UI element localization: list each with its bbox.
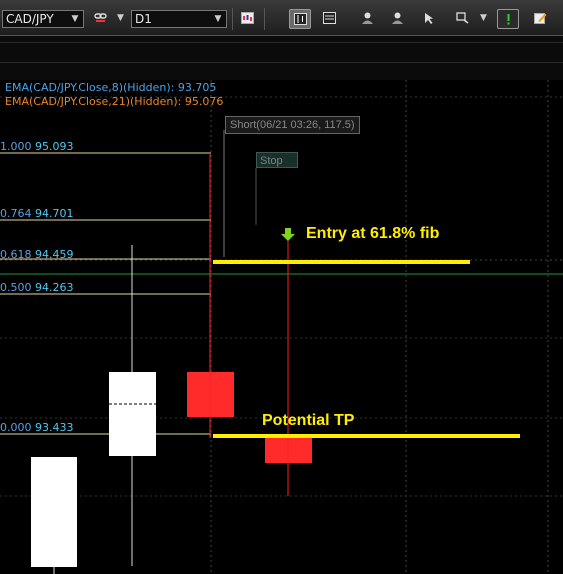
fib-label-500: 0.500 94.263 [0,281,74,294]
ohlc-bars-icon [294,13,307,25]
indicator-button[interactable] [497,9,519,29]
fib-ratio: 0.618 [0,248,32,261]
zoom-icon [456,12,469,24]
fib-price: 94.459 [35,248,74,261]
person-icon [392,12,403,24]
bull-candle[interactable] [31,457,77,567]
fib-price: 95.093 [35,140,74,153]
chevron-down-icon: ▼ [214,14,222,24]
timeframe-value: D1 [135,12,152,26]
entry-annotation: Entry at 61.8% fib [306,225,440,242]
fib-ratio: 0.500 [0,281,32,294]
zoom-tool-button[interactable] [452,9,474,29]
cursor-arrow-icon [425,13,433,24]
fib-price: 93.433 [35,421,74,434]
cursor-tool-button[interactable] [418,9,440,29]
chart-type-button[interactable] [237,9,259,29]
link-icon [94,13,107,22]
remove-trader-button[interactable] [387,9,409,29]
ema-21-label: EMA(CAD/JPY.Close,21)(Hidden): 95.076 [5,95,224,108]
header-divider [0,42,563,43]
data-window-button[interactable] [319,9,341,29]
toolbar-divider [232,8,233,30]
candlestick-chart-icon [241,12,254,24]
link-chart-button[interactable] [90,9,112,29]
zoom-dropdown-chevron-icon[interactable]: ▼ [480,13,487,23]
fib-label-100: 1.000 95.093 [0,140,74,153]
link-dropdown-chevron-icon[interactable]: ▼ [117,13,124,23]
exclamation-icon [507,14,510,25]
toolbar-divider [264,8,265,30]
symbol-dropdown[interactable]: CAD/JPY ▼ [2,10,84,28]
person-icon [362,12,373,24]
chevron-down-icon: ▼ [71,14,79,24]
fib-label-764: 0.764 94.701 [0,207,74,220]
chart-toolbar: CAD/JPY ▼ ▼ D1 ▼ ▼ [0,0,563,36]
fib-ratio: 0.764 [0,207,32,220]
bar-chart-mode-button[interactable] [289,9,311,29]
symbol-value: CAD/JPY [6,12,54,26]
entry-arrow-icon [281,228,295,241]
properties-button[interactable] [530,9,552,29]
fib-ratio: 1.000 [0,140,32,153]
edit-icon [534,13,547,24]
fib-price: 94.263 [35,281,74,294]
add-trader-button[interactable] [357,9,379,29]
fib-price: 94.701 [35,207,74,220]
table-icon [323,12,336,24]
header-divider [0,62,563,63]
ema-8-label: EMA(CAD/JPY.Close,8)(Hidden): 93.705 [5,81,217,94]
chart-header-area [0,36,563,80]
stop-order-label[interactable]: Stop [256,152,298,168]
fib-ratio: 0.000 [0,421,32,434]
timeframe-dropdown[interactable]: D1 ▼ [131,10,227,28]
fib-label-000: 0.000 93.433 [0,421,74,434]
short-order-label[interactable]: Short(06/21 03:26, 117.5) [225,116,360,134]
fib-label-618: 0.618 94.459 [0,248,74,261]
bull-candle[interactable] [109,372,156,456]
tp-annotation: Potential TP [262,412,355,429]
